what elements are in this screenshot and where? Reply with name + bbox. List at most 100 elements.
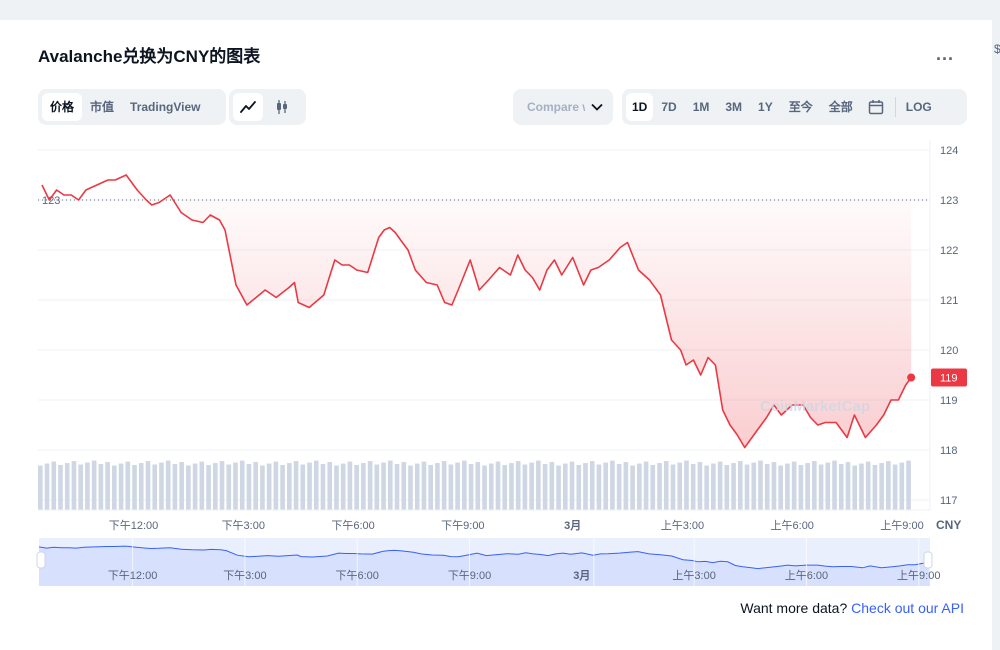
volume-bar (812, 461, 817, 510)
x-tick-label: 上午9:00 (880, 519, 923, 532)
volume-bar (711, 463, 716, 510)
navigator-tick-label: 3月 (573, 569, 590, 582)
y-tick-label: 124 (940, 145, 958, 157)
volume-bar (112, 465, 117, 510)
volume-bar (677, 462, 683, 510)
y-tick-label: 122 (940, 245, 958, 257)
volume-bar (643, 461, 649, 510)
volume-bar (690, 464, 696, 510)
volume-bar (509, 463, 514, 510)
volume-bar (293, 461, 299, 510)
volume-bar (401, 462, 407, 510)
volume-bar (549, 462, 555, 510)
volume-bar (159, 462, 164, 510)
volume-bar (886, 461, 891, 510)
volume-bar (778, 465, 783, 510)
volume-bar (91, 460, 97, 510)
y-tick-label: 117 (940, 495, 958, 507)
volume-bar (71, 461, 77, 510)
api-note: Want more data? Check out our API (740, 600, 964, 616)
volume-bar (213, 463, 218, 510)
volume-bar (85, 462, 90, 510)
volume-bar (334, 465, 339, 510)
volume-bar (791, 461, 797, 510)
volume-bar (879, 463, 884, 510)
volume-bar (616, 464, 622, 510)
volume-bar (435, 463, 440, 510)
volume-bar (906, 460, 911, 510)
y-tick-label: 123 (940, 195, 958, 207)
navigator-tick-label: 下午3:00 (223, 569, 266, 582)
navigator-handle-right[interactable] (923, 551, 933, 569)
volume-bar (206, 465, 211, 510)
y-tick-label: 118 (940, 445, 958, 457)
x-tick-label: 上午3:00 (661, 519, 704, 532)
volume-bar (165, 460, 171, 510)
volume-bar (637, 463, 642, 510)
volume-bar (340, 463, 346, 510)
volume-bar (239, 460, 245, 510)
volume-bar (280, 465, 285, 510)
x-tick-label: 下午9:00 (441, 519, 484, 532)
volume-bar (771, 462, 777, 510)
y-tick-label: 121 (940, 295, 958, 307)
volume-bar (307, 462, 312, 510)
volume-bar (260, 465, 265, 510)
volume-bar (367, 461, 373, 510)
volume-bar (388, 460, 393, 510)
volume-bar (64, 463, 70, 510)
volume-bar (724, 465, 730, 510)
volume-bar (738, 461, 743, 510)
volume-bar (818, 464, 824, 510)
volume-bar (226, 464, 232, 510)
navigator-handle-left[interactable] (36, 551, 46, 569)
price-chart[interactable]: 123 CoinMarketCap 1241231221211201191181… (0, 0, 1000, 650)
volume-bar (347, 461, 353, 510)
volume-bar (132, 465, 137, 510)
volume-bar (825, 462, 831, 510)
volume-bar (569, 461, 575, 510)
volume-bar (374, 464, 380, 510)
volume-bar (670, 464, 676, 510)
volume-bar (838, 464, 844, 510)
volume-bar (300, 464, 306, 510)
volume-bar (731, 463, 736, 510)
x-tick-label: 下午3:00 (222, 519, 265, 532)
volume-bar (219, 461, 225, 510)
volume-bar (892, 464, 898, 510)
volume-bar (58, 465, 63, 510)
volume-bar (152, 464, 158, 510)
volume-bar (536, 460, 541, 510)
volume-bar (44, 463, 50, 510)
navigator-tick-label: 下午6:00 (336, 569, 379, 582)
navigator-tick-label: 上午6:00 (785, 569, 828, 582)
volume-bar (630, 465, 635, 510)
volume-bar (441, 461, 447, 510)
volume-bar (179, 462, 184, 510)
volume-bar (542, 464, 548, 510)
volume-bar (758, 460, 763, 510)
volume-bar (428, 465, 433, 510)
api-link[interactable]: Check out our API (851, 600, 964, 616)
volume-bar (603, 462, 608, 510)
volume-bar (125, 461, 131, 510)
volume-bar (462, 460, 467, 510)
volume-bar (684, 460, 689, 510)
volume-bar (515, 461, 521, 510)
volume-bar (751, 462, 757, 510)
volume-bar (852, 465, 858, 510)
volume-bar (246, 464, 252, 510)
volume-bar (805, 463, 810, 510)
volume-bar (859, 463, 864, 510)
volume-bar (273, 461, 279, 510)
volume-bar (186, 465, 191, 510)
volume-bar (414, 463, 420, 510)
navigator-tick-label: 上午3:00 (672, 569, 715, 582)
volume-bar (475, 462, 481, 510)
volume-bar (145, 461, 151, 510)
x-tick-label: 下午6:00 (331, 519, 374, 532)
volume-bar (51, 461, 57, 510)
volume-bar (623, 462, 629, 510)
volume-bar (563, 463, 568, 510)
x-tick-label: 下午12:00 (109, 519, 159, 532)
